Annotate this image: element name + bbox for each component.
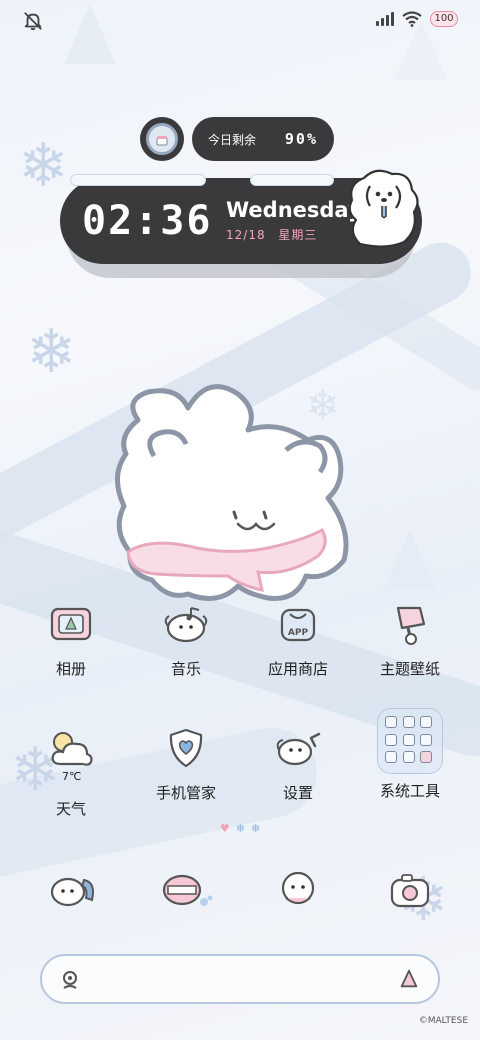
- app-system-tools-folder[interactable]: 系统工具: [360, 706, 460, 801]
- snowflake-decoration: ❄: [26, 317, 77, 387]
- app-label: 系统工具: [379, 782, 440, 800]
- dock-messages[interactable]: [156, 860, 216, 920]
- remaining-label: 今日剩余: [208, 132, 257, 147]
- status-bar: 100: [0, 0, 480, 40]
- settings-dog-icon: [270, 720, 326, 776]
- signal-icon: [376, 12, 394, 26]
- photo-frame-icon: [43, 596, 99, 652]
- weather-temperature: 7℃: [62, 770, 82, 783]
- widget-avatar[interactable]: [140, 117, 184, 161]
- app-label: 天气: [55, 800, 86, 818]
- snowflake-icon: ❄: [235, 822, 245, 835]
- dock-phone[interactable]: [42, 860, 102, 920]
- weather-sun-cloud-icon: [43, 720, 99, 776]
- search-icon: [63, 971, 77, 989]
- app-label: 相册: [55, 660, 86, 678]
- app-store-icon: APP: [270, 596, 326, 652]
- cake-icon: [146, 123, 178, 155]
- date-value: 12/18: [226, 228, 266, 242]
- snowflake-icon: ❄: [250, 822, 261, 835]
- wifi-icon: [402, 11, 422, 27]
- remaining-value: 90%: [284, 130, 318, 148]
- folder-icon: [375, 706, 445, 776]
- app-label: 音乐: [170, 660, 201, 678]
- dock-camera[interactable]: [380, 860, 440, 920]
- copyright-text: ©MALTESE: [418, 1016, 468, 1026]
- shield-heart-icon: [158, 720, 214, 776]
- svg-text:APP: APP: [288, 628, 309, 638]
- app-themes[interactable]: 主题壁纸: [360, 596, 460, 679]
- app-label: 手机管家: [155, 784, 216, 802]
- search-bar[interactable]: [40, 954, 440, 1004]
- dock-browser[interactable]: [268, 860, 328, 920]
- browser-icon: [281, 871, 315, 905]
- snow-cap: [70, 174, 206, 186]
- app-label: 应用商店: [267, 660, 328, 678]
- app-label: 设置: [282, 784, 313, 802]
- battery-icon: 100: [430, 11, 458, 27]
- assistant-icon: [400, 969, 418, 988]
- dog-with-scarf-illustration: [115, 384, 349, 602]
- app-settings[interactable]: 设置: [248, 720, 348, 803]
- app-phone-manager[interactable]: 手机管家: [136, 720, 236, 803]
- clock-time: 02:36: [82, 198, 213, 244]
- snow-cap: [250, 174, 334, 186]
- theme-brush-icon: [382, 596, 438, 652]
- clock-date: 12/18 星期三: [226, 226, 317, 243]
- weekday-cn: 星期三: [278, 228, 318, 242]
- app-store[interactable]: APP 应用商店: [248, 596, 348, 679]
- day-remaining-widget[interactable]: 今日剩余 90%: [192, 117, 334, 161]
- messages-icon: [162, 874, 213, 906]
- app-photos[interactable]: 相册: [21, 596, 121, 679]
- music-dog-icon: [158, 596, 214, 652]
- dog-sticker-icon: [348, 169, 419, 248]
- silent-icon: [24, 12, 42, 31]
- snowflake-decoration: ❄: [18, 131, 69, 201]
- camera-icon: [390, 874, 430, 908]
- page-indicator[interactable]: ♥ ❄ ❄: [0, 822, 480, 835]
- clock-widget[interactable]: 02:36 Wednesday 12/18 星期三: [60, 169, 422, 264]
- app-label: 主题壁纸: [379, 660, 440, 678]
- phone-icon: [50, 877, 94, 907]
- heart-icon: ♥: [219, 822, 230, 835]
- app-music[interactable]: 音乐: [136, 596, 236, 679]
